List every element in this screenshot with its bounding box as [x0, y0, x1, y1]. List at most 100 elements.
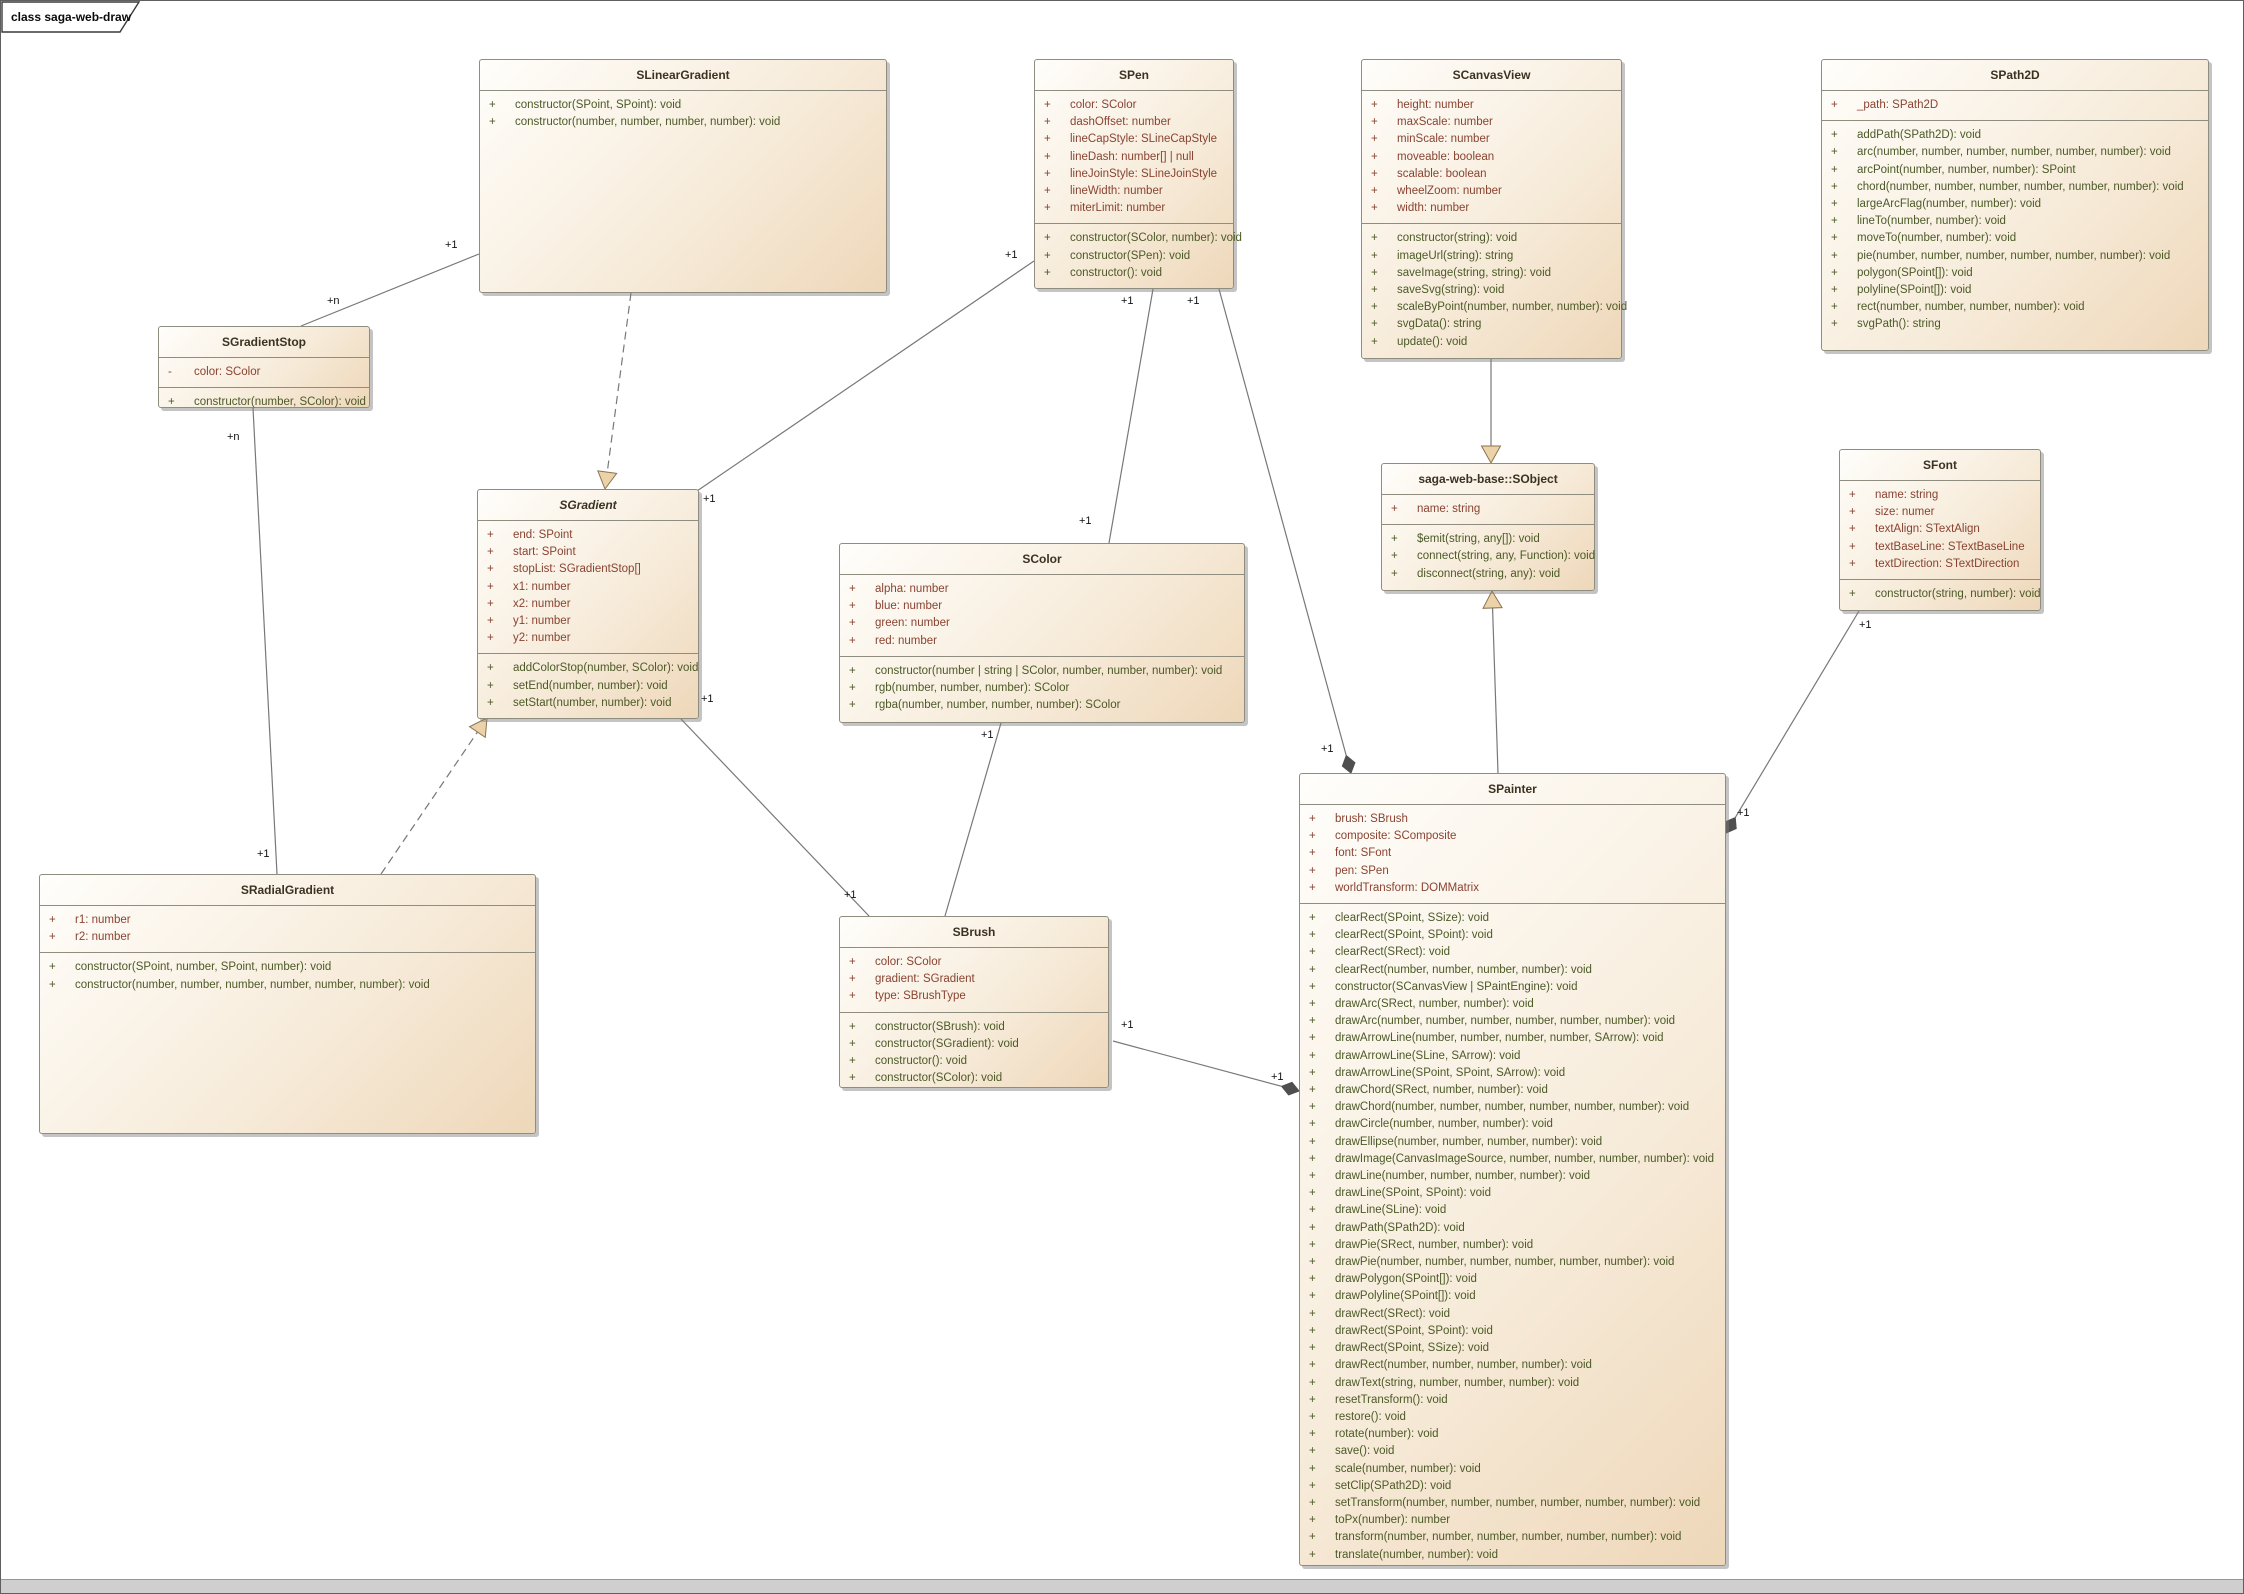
method-text: rgba(number, number, number, number): SC… — [875, 697, 1120, 714]
method-row: +setTransform(number, number, number, nu… — [1300, 1495, 1725, 1512]
method-text: constructor(number, SColor): void — [194, 394, 366, 411]
method-text: constructor(SGradient): void — [875, 1036, 1019, 1053]
attribute-text: name: string — [1875, 487, 1938, 504]
visibility-marker: + — [1382, 548, 1417, 565]
method-row: +drawArc(number, number, number, number,… — [1300, 1013, 1725, 1030]
method-row: +arcPoint(number, number, number): SPoin… — [1822, 162, 2208, 179]
composition-diamond — [1725, 818, 1736, 833]
visibility-marker: + — [1035, 114, 1070, 131]
method-row: +svgPath(): string — [1822, 316, 2208, 333]
visibility-marker: + — [840, 1053, 875, 1070]
class-box-SPainter[interactable]: SPainter+brush: SBrush+composite: SCompo… — [1299, 773, 1726, 1566]
attribute-row: +wheelZoom: number — [1362, 183, 1621, 200]
visibility-marker: + — [1300, 1426, 1335, 1443]
visibility-marker: + — [840, 633, 875, 650]
method-text: resetTransform(): void — [1335, 1392, 1448, 1409]
method-text: addColorStop(number, SColor): void — [513, 660, 698, 677]
visibility-marker: + — [480, 97, 515, 114]
attribute-text: y1: number — [513, 613, 571, 630]
visibility-marker: + — [1362, 114, 1397, 131]
method-text: setTransform(number, number, number, num… — [1335, 1495, 1700, 1512]
method-row: +constructor(SColor): void — [840, 1070, 1108, 1087]
diagram-frame-tab-label: class saga-web-draw — [11, 10, 131, 24]
method-row: +pie(number, number, number, number, num… — [1822, 248, 2208, 265]
visibility-marker: + — [1300, 828, 1335, 845]
method-row: +rgba(number, number, number, number): S… — [840, 697, 1244, 714]
visibility-marker: + — [840, 598, 875, 615]
class-box-SBrush[interactable]: SBrush+color: SColor+gradient: SGradient… — [839, 916, 1109, 1088]
class-box-SColor[interactable]: SColor+alpha: number+blue: number+green:… — [839, 543, 1245, 723]
method-row: +svgData(): string — [1362, 316, 1621, 333]
class-box-saga-web-base-SObject[interactable]: saga-web-base::SObject+name: string+$emi… — [1381, 463, 1595, 591]
multiplicity-label: +1 — [1121, 1019, 1134, 1031]
attribute-text: end: SPoint — [513, 527, 572, 544]
visibility-marker: + — [40, 929, 75, 946]
uml-class-diagram: class saga-web-draw SLinearGradient+cons… — [0, 0, 2244, 1594]
attribute-text: lineCapStyle: SLineCapStyle — [1070, 131, 1217, 148]
method-row: +drawChord(number, number, number, numbe… — [1300, 1099, 1725, 1116]
method-row: +drawLine(number, number, number, number… — [1300, 1168, 1725, 1185]
method-row: +clearRect(SPoint, SPoint): void — [1300, 927, 1725, 944]
multiplicity-label: +1 — [257, 848, 270, 860]
method-row: +constructor(string, number): void — [1840, 586, 2040, 603]
bottom-scrollbar[interactable] — [1, 1579, 2243, 1593]
attribute-row: +textBaseLine: STextBaseLine — [1840, 539, 2040, 556]
visibility-marker: + — [840, 697, 875, 714]
visibility-marker: + — [1300, 979, 1335, 996]
method-row: +drawPolygon(SPoint[]): void — [1300, 1271, 1725, 1288]
visibility-marker: + — [1035, 200, 1070, 217]
method-text: constructor(SPoint, number, SPoint, numb… — [75, 959, 331, 976]
method-text: drawRect(SPoint, SSize): void — [1335, 1340, 1489, 1357]
class-box-SGradientStop[interactable]: SGradientStop-color: SColor+constructor(… — [158, 326, 370, 408]
class-title: SLinearGradient — [480, 60, 886, 90]
generalization-arrow — [1482, 446, 1501, 463]
method-row: +constructor(): void — [840, 1053, 1108, 1070]
class-title: SGradient — [478, 490, 698, 520]
class-box-SPen[interactable]: SPen+color: SColor+dashOffset: number+li… — [1034, 59, 1234, 289]
attribute-text: gradient: SGradient — [875, 971, 975, 988]
visibility-marker: + — [840, 1036, 875, 1053]
visibility-marker: + — [1822, 213, 1857, 230]
method-text: drawRect(SRect): void — [1335, 1306, 1450, 1323]
realization-sradialgradient-sgradient — [381, 732, 477, 874]
class-box-SPath2D[interactable]: SPath2D+_path: SPath2D+addPath(SPath2D):… — [1821, 59, 2209, 351]
method-text: translate(number, number): void — [1335, 1547, 1498, 1564]
attributes-compartment: +end: SPoint+start: SPoint+stopList: SGr… — [478, 520, 698, 653]
visibility-marker: + — [1840, 504, 1875, 521]
attribute-row: +name: string — [1840, 487, 2040, 504]
method-text: drawLine(number, number, number, number)… — [1335, 1168, 1590, 1185]
methods-compartment: +constructor(string): void+imageUrl(stri… — [1362, 223, 1621, 358]
attribute-text: red: number — [875, 633, 937, 650]
class-title: saga-web-base::SObject — [1382, 464, 1594, 494]
method-text: constructor(number, number, number, numb… — [515, 114, 780, 131]
visibility-marker: + — [478, 527, 513, 544]
attribute-row: -color: SColor — [159, 364, 369, 381]
class-box-SRadialGradient[interactable]: SRadialGradient+r1: number+r2: number+co… — [39, 874, 536, 1134]
multiplicity-label: +1 — [1005, 249, 1018, 261]
attributes-compartment: +alpha: number+blue: number+green: numbe… — [840, 574, 1244, 656]
attribute-text: r2: number — [75, 929, 131, 946]
method-row: +constructor(): void — [1035, 265, 1233, 282]
method-text: clearRect(SPoint, SPoint): void — [1335, 927, 1493, 944]
visibility-marker: + — [1822, 179, 1857, 196]
visibility-marker: + — [1300, 1116, 1335, 1133]
method-row: +clearRect(number, number, number, numbe… — [1300, 962, 1725, 979]
method-row: +drawPie(number, number, number, number,… — [1300, 1254, 1725, 1271]
method-row: +addPath(SPath2D): void — [1822, 127, 2208, 144]
method-text: constructor(string): void — [1397, 230, 1517, 247]
visibility-marker: + — [478, 613, 513, 630]
class-box-SLinearGradient[interactable]: SLinearGradient+constructor(SPoint, SPoi… — [479, 59, 887, 293]
class-box-SCanvasView[interactable]: SCanvasView+height: number+maxScale: num… — [1361, 59, 1622, 359]
method-row: +transform(number, number, number, numbe… — [1300, 1529, 1725, 1546]
class-box-SGradient[interactable]: SGradient+end: SPoint+start: SPoint+stop… — [477, 489, 699, 719]
method-text: pie(number, number, number, number, numb… — [1857, 248, 2170, 265]
method-text: drawChord(SRect, number, number): void — [1335, 1082, 1548, 1099]
method-row: +imageUrl(string): string — [1362, 248, 1621, 265]
visibility-marker: + — [1300, 1237, 1335, 1254]
class-box-SFont[interactable]: SFont+name: string+size: numer+textAlign… — [1839, 449, 2041, 611]
multiplicity-label: +n — [327, 295, 340, 307]
attributes-compartment: -color: SColor — [159, 357, 369, 387]
method-text: constructor(number | string | SColor, nu… — [875, 663, 1222, 680]
generalization-arrow — [470, 718, 487, 737]
visibility-marker: + — [840, 680, 875, 697]
